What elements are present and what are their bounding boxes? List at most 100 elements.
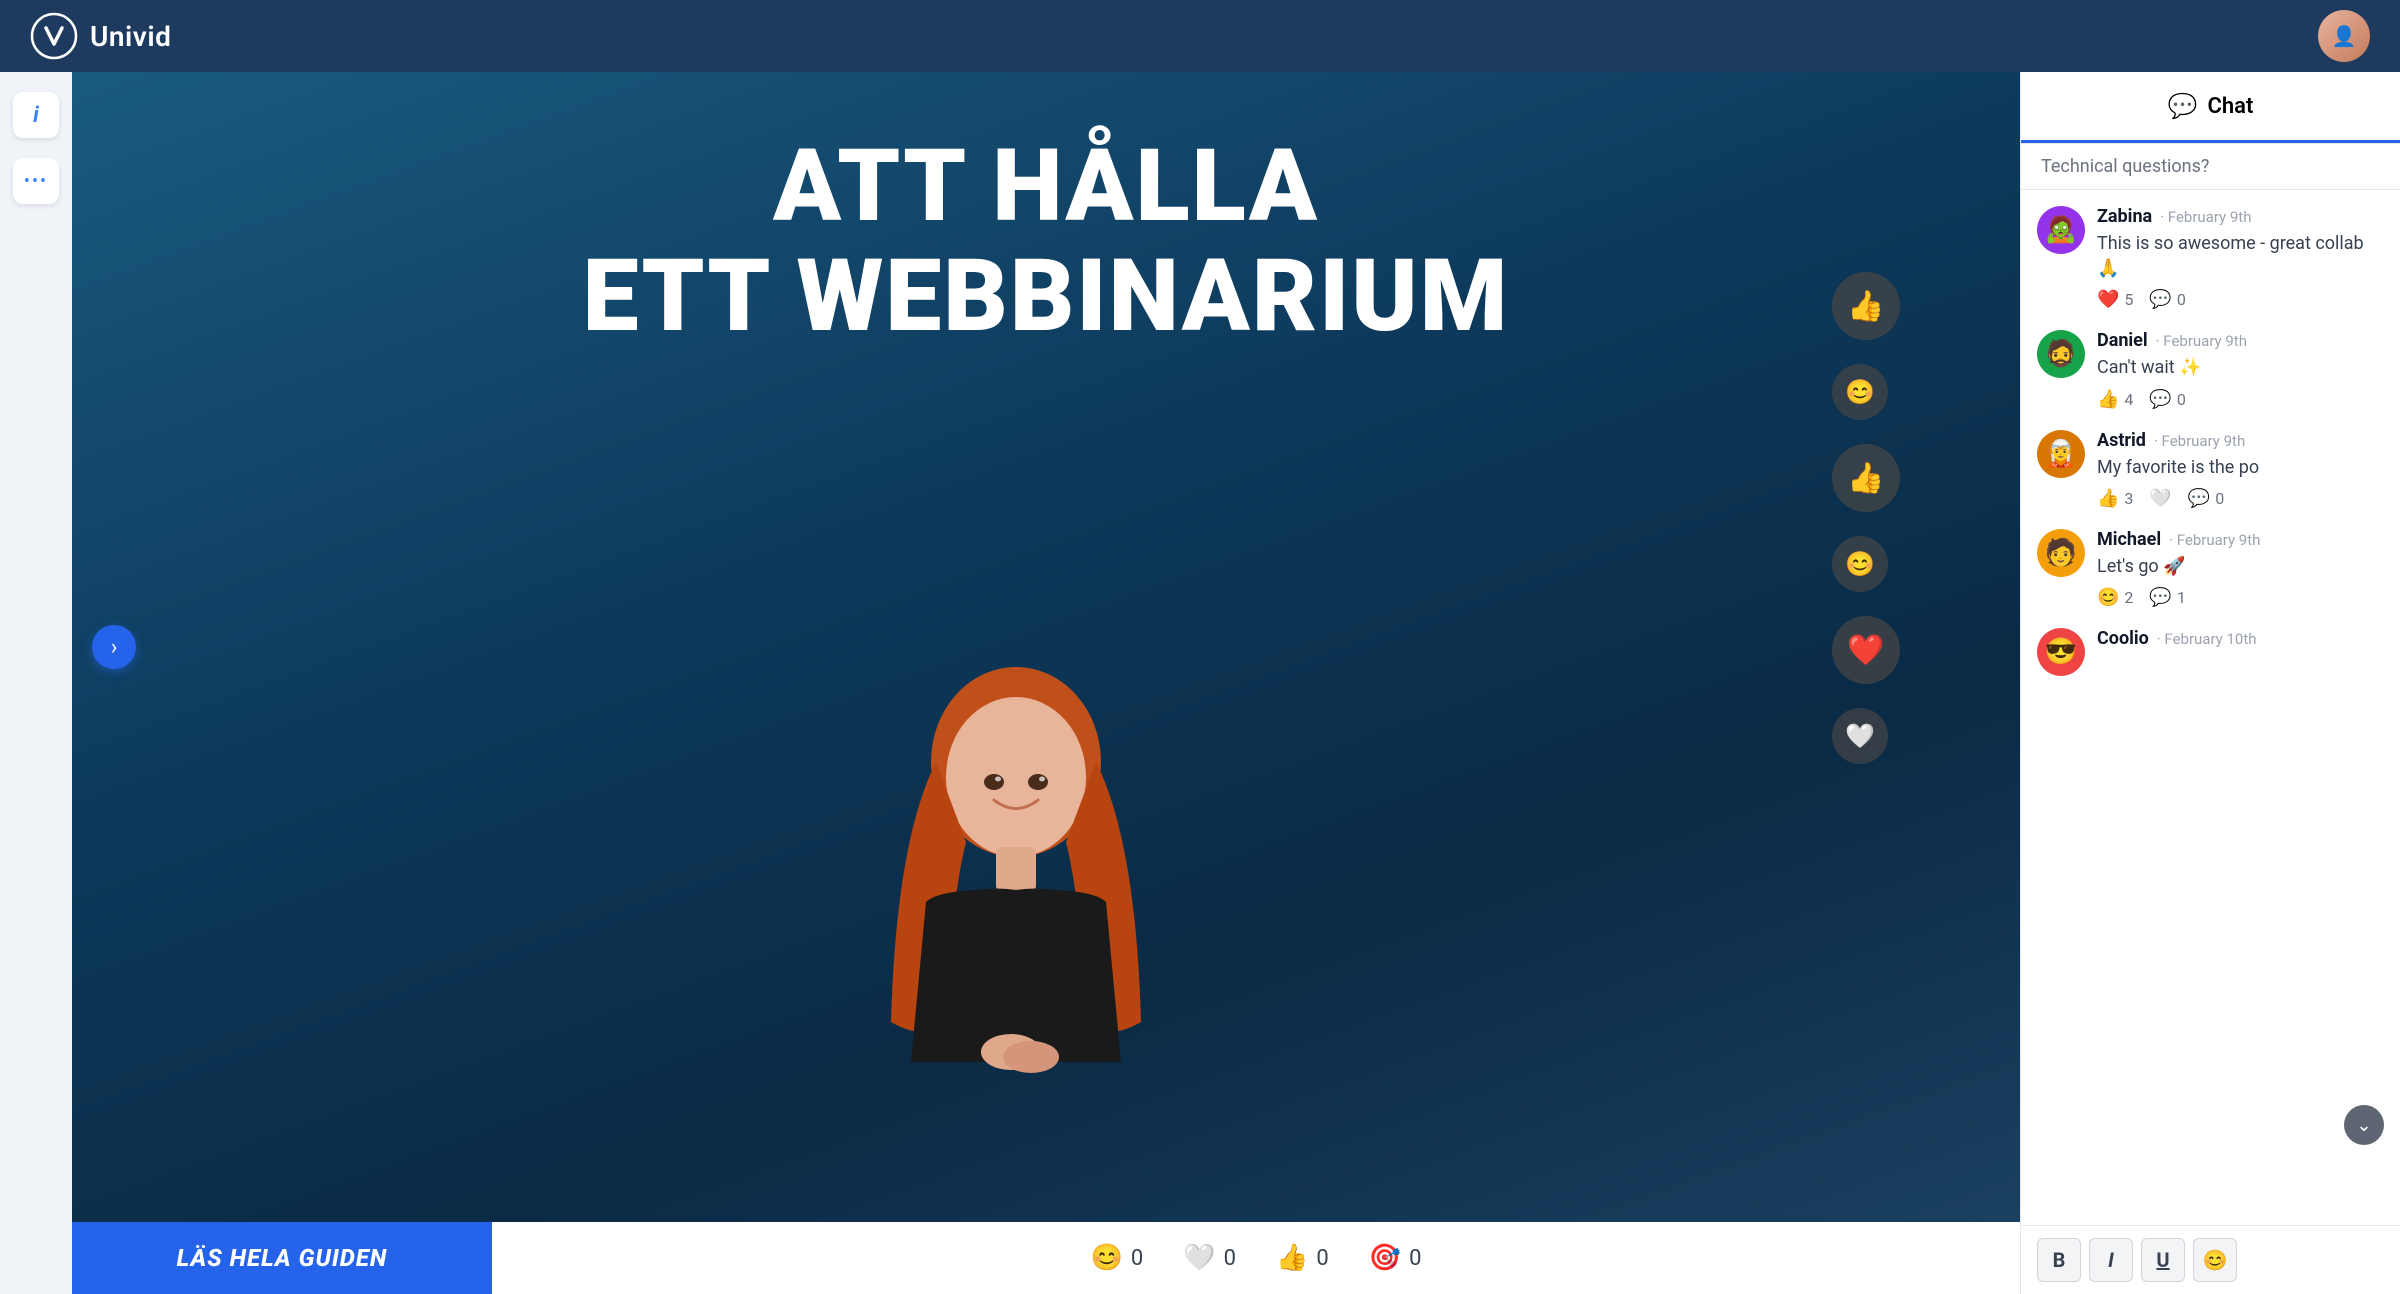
message-michael: 🧑 Michael · February 9th Let's go 🚀 😊 2 bbox=[2037, 529, 2384, 608]
msg-name-coolio: Coolio bbox=[2097, 628, 2149, 649]
comment-reaction-daniel[interactable]: 💬 0 bbox=[2149, 389, 2185, 410]
chat-input-area: B I U 😊 bbox=[2021, 1225, 2400, 1294]
message-content-coolio: Coolio · February 10th bbox=[2097, 628, 2384, 653]
like-count-daniel: 4 bbox=[2124, 390, 2133, 409]
reaction-bubble-smile-2[interactable]: 😊 bbox=[1832, 536, 1888, 592]
chat-tab-label: Chat bbox=[2208, 94, 2254, 119]
like-reaction[interactable]: 👍 0 bbox=[1276, 1243, 1329, 1273]
video-container: › ATT HÅLLA ETT WEBBINARIUM bbox=[72, 72, 2020, 1294]
expand-video-button[interactable]: › bbox=[92, 625, 136, 669]
heart-reaction-zabina[interactable]: ❤️ 5 bbox=[2097, 289, 2133, 310]
logo-icon bbox=[30, 12, 78, 60]
like-icon: 👍 bbox=[1276, 1243, 1308, 1273]
comment-count-astrid: 0 bbox=[2215, 489, 2224, 508]
msg-text-zabina: This is so awesome - great collab 🙏 bbox=[2097, 231, 2384, 281]
chat-messages: 🧟 Zabina · February 9th This is so aweso… bbox=[2021, 190, 2400, 1225]
msg-date-zabina: · February 9th bbox=[2160, 208, 2251, 226]
like-icon-astrid: 👍 bbox=[2097, 488, 2119, 509]
msg-reactions-astrid: 👍 3 🤍 💬 0 bbox=[2097, 488, 2384, 509]
title-line1: ATT HÅLLA bbox=[583, 132, 1510, 242]
scroll-to-bottom-button[interactable]: ⌄ bbox=[2344, 1105, 2384, 1145]
header-avatar[interactable]: 👤 bbox=[2318, 10, 2370, 62]
heart-reaction-astrid[interactable]: 🤍 bbox=[2149, 488, 2171, 509]
reaction-bubble-heart-2[interactable]: 🤍 bbox=[1832, 708, 1888, 764]
message-zabina: 🧟 Zabina · February 9th This is so aweso… bbox=[2037, 206, 2384, 310]
like-icon-daniel: 👍 bbox=[2097, 389, 2119, 410]
avatar-coolio: 😎 bbox=[2037, 628, 2085, 676]
reaction-bubble-thumbsup-mid[interactable]: 👍 bbox=[1832, 444, 1900, 512]
msg-reactions-daniel: 👍 4 💬 0 bbox=[2097, 389, 2384, 410]
emoji-icon: 😊 bbox=[1091, 1243, 1123, 1273]
like-reaction-astrid[interactable]: 👍 3 bbox=[2097, 488, 2133, 509]
heart-icon-astrid: 🤍 bbox=[2149, 488, 2171, 509]
msg-reactions-zabina: ❤️ 5 💬 0 bbox=[2097, 289, 2384, 310]
target-count: 0 bbox=[1409, 1246, 1421, 1271]
underline-button[interactable]: U bbox=[2141, 1238, 2185, 1282]
italic-icon: I bbox=[2108, 1248, 2114, 1272]
emoji-picker-icon: 😊 bbox=[2203, 1248, 2228, 1272]
chat-header-tabs: 💬 Chat bbox=[2021, 72, 2400, 144]
message-content-astrid: Astrid · February 9th My favorite is the… bbox=[2097, 430, 2384, 509]
heart-icon-zabina: ❤️ bbox=[2097, 289, 2119, 310]
expand-icon: › bbox=[111, 635, 118, 660]
avatar-astrid: 🧝 bbox=[2037, 430, 2085, 478]
comment-count-daniel: 0 bbox=[2177, 390, 2186, 409]
reaction-bubble-thumbsup-top[interactable]: 👍 bbox=[1832, 272, 1900, 340]
heart-count: 0 bbox=[1224, 1246, 1236, 1271]
technical-questions-label: Technical questions? bbox=[2021, 144, 2400, 190]
comment-icon-michael: 💬 bbox=[2149, 587, 2171, 608]
chat-tab-icon: 💬 bbox=[2168, 92, 2198, 120]
target-reaction[interactable]: 🎯 0 bbox=[1369, 1243, 1422, 1273]
emoji-reaction-michael[interactable]: 😊 2 bbox=[2097, 587, 2133, 608]
info-icon: i bbox=[33, 103, 39, 128]
target-icon: 🎯 bbox=[1369, 1243, 1401, 1273]
chat-tab[interactable]: 💬 Chat bbox=[2021, 72, 2400, 143]
emoji-picker-button[interactable]: 😊 bbox=[2193, 1238, 2237, 1282]
avatar-michael: 🧑 bbox=[2037, 529, 2085, 577]
msg-name-zabina: Zabina bbox=[2097, 206, 2152, 227]
message-content-daniel: Daniel · February 9th Can't wait ✨ 👍 4 💬… bbox=[2097, 330, 2384, 409]
logo-area: Univid bbox=[30, 12, 171, 60]
message-content-zabina: Zabina · February 9th This is so awesome… bbox=[2097, 206, 2384, 310]
video-bottom-bar: LÄS HELA GUIDEN 😊 0 🤍 0 👍 0 🎯 0 bbox=[72, 1222, 2020, 1294]
video-main: › ATT HÅLLA ETT WEBBINARIUM bbox=[72, 72, 2020, 1222]
heart-icon: 🤍 bbox=[1183, 1243, 1215, 1273]
emoji-reaction[interactable]: 😊 0 bbox=[1091, 1243, 1144, 1273]
msg-header-daniel: Daniel · February 9th bbox=[2097, 330, 2384, 351]
msg-date-astrid: · February 9th bbox=[2154, 432, 2245, 450]
msg-name-daniel: Daniel bbox=[2097, 330, 2148, 351]
msg-header-zabina: Zabina · February 9th bbox=[2097, 206, 2384, 227]
info-button[interactable]: i bbox=[13, 92, 59, 138]
msg-date-coolio: · February 10th bbox=[2157, 630, 2257, 648]
emoji-icon-michael: 😊 bbox=[2097, 587, 2119, 608]
more-options-button[interactable]: ••• bbox=[13, 158, 59, 204]
bold-button[interactable]: B bbox=[2037, 1238, 2081, 1282]
italic-button[interactable]: I bbox=[2089, 1238, 2133, 1282]
header: Univid 👤 bbox=[0, 0, 2400, 72]
like-reaction-daniel[interactable]: 👍 4 bbox=[2097, 389, 2133, 410]
bold-icon: B bbox=[2053, 1248, 2066, 1272]
comment-reaction-zabina[interactable]: 💬 0 bbox=[2149, 289, 2185, 310]
reaction-bubble-heart-1[interactable]: ❤️ bbox=[1832, 616, 1900, 684]
comment-reaction-michael[interactable]: 💬 1 bbox=[2149, 587, 2185, 608]
underline-icon: U bbox=[2156, 1248, 2169, 1272]
message-daniel: 🧔 Daniel · February 9th Can't wait ✨ 👍 4 bbox=[2037, 330, 2384, 409]
logo-text: Univid bbox=[90, 20, 171, 53]
msg-date-michael: · February 9th bbox=[2169, 531, 2260, 549]
floating-reactions: 👍 😊 👍 😊 ❤️ 🤍 bbox=[1832, 272, 1900, 764]
comment-count-michael: 1 bbox=[2177, 588, 2186, 607]
emoji-count-michael: 2 bbox=[2124, 588, 2133, 607]
msg-text-astrid: My favorite is the po bbox=[2097, 455, 2384, 480]
avatar-zabina: 🧟 bbox=[2037, 206, 2085, 254]
heart-reaction[interactable]: 🤍 0 bbox=[1183, 1243, 1236, 1273]
comment-reaction-astrid[interactable]: 💬 0 bbox=[2188, 488, 2224, 509]
presenter-area bbox=[836, 642, 1256, 1162]
reaction-bubble-smile-1[interactable]: 😊 bbox=[1832, 364, 1888, 420]
comment-count-zabina: 0 bbox=[2177, 290, 2186, 309]
msg-reactions-michael: 😊 2 💬 1 bbox=[2097, 587, 2384, 608]
heart-count-zabina: 5 bbox=[2124, 290, 2133, 309]
chat-panel: 💬 Chat Technical questions? 🧟 Zabina · F… bbox=[2020, 72, 2400, 1294]
like-count-astrid: 3 bbox=[2124, 489, 2133, 508]
cta-label: LÄS HELA GUIDEN bbox=[177, 1244, 388, 1272]
cta-button[interactable]: LÄS HELA GUIDEN bbox=[72, 1222, 492, 1294]
